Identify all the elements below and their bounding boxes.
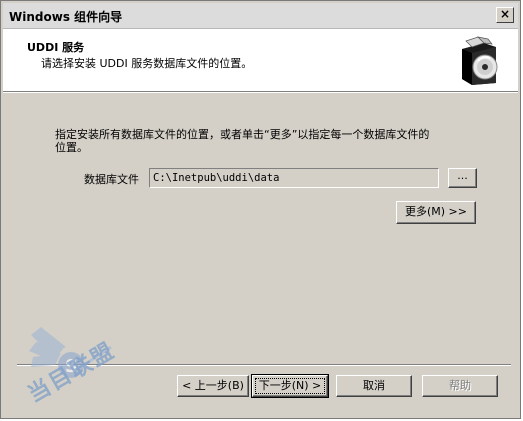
instruction-text: 指定安装所有数据库文件的位置，或者单击“更多”以指定每一个数据库文件的位置。 (55, 128, 430, 154)
window-title: Windows 组件向导 (9, 10, 123, 24)
title-bar[interactable]: Windows 组件向导 × (3, 3, 518, 29)
back-button[interactable]: < 上一步(B) (177, 375, 249, 397)
cancel-button[interactable]: 取消 (336, 375, 412, 397)
help-button[interactable]: 帮助 (422, 375, 498, 397)
database-files-label: 数据库文件 (84, 173, 139, 186)
close-button[interactable]: × (496, 7, 514, 23)
next-button[interactable]: 下一步(N) > (251, 374, 329, 398)
more-button[interactable]: 更多(M) >> (396, 201, 476, 224)
package-disc-icon (455, 36, 503, 86)
header-divider (3, 92, 518, 93)
header-title: UDDI 服务 (27, 41, 85, 54)
next-button-label: 下一步(N) > (255, 378, 325, 394)
wizard-header: UDDI 服务 请选择安装 UDDI 服务数据库文件的位置。 (3, 29, 518, 92)
header-subtitle: 请选择安装 UDDI 服务数据库文件的位置。 (41, 57, 253, 70)
close-icon: × (499, 7, 511, 21)
wizard-window: Windows 组件向导 × UDDI 服务 请选择安装 UDDI 服务数据库文… (0, 0, 521, 419)
browse-button[interactable]: ... (448, 168, 477, 188)
database-path-input[interactable] (149, 168, 439, 188)
